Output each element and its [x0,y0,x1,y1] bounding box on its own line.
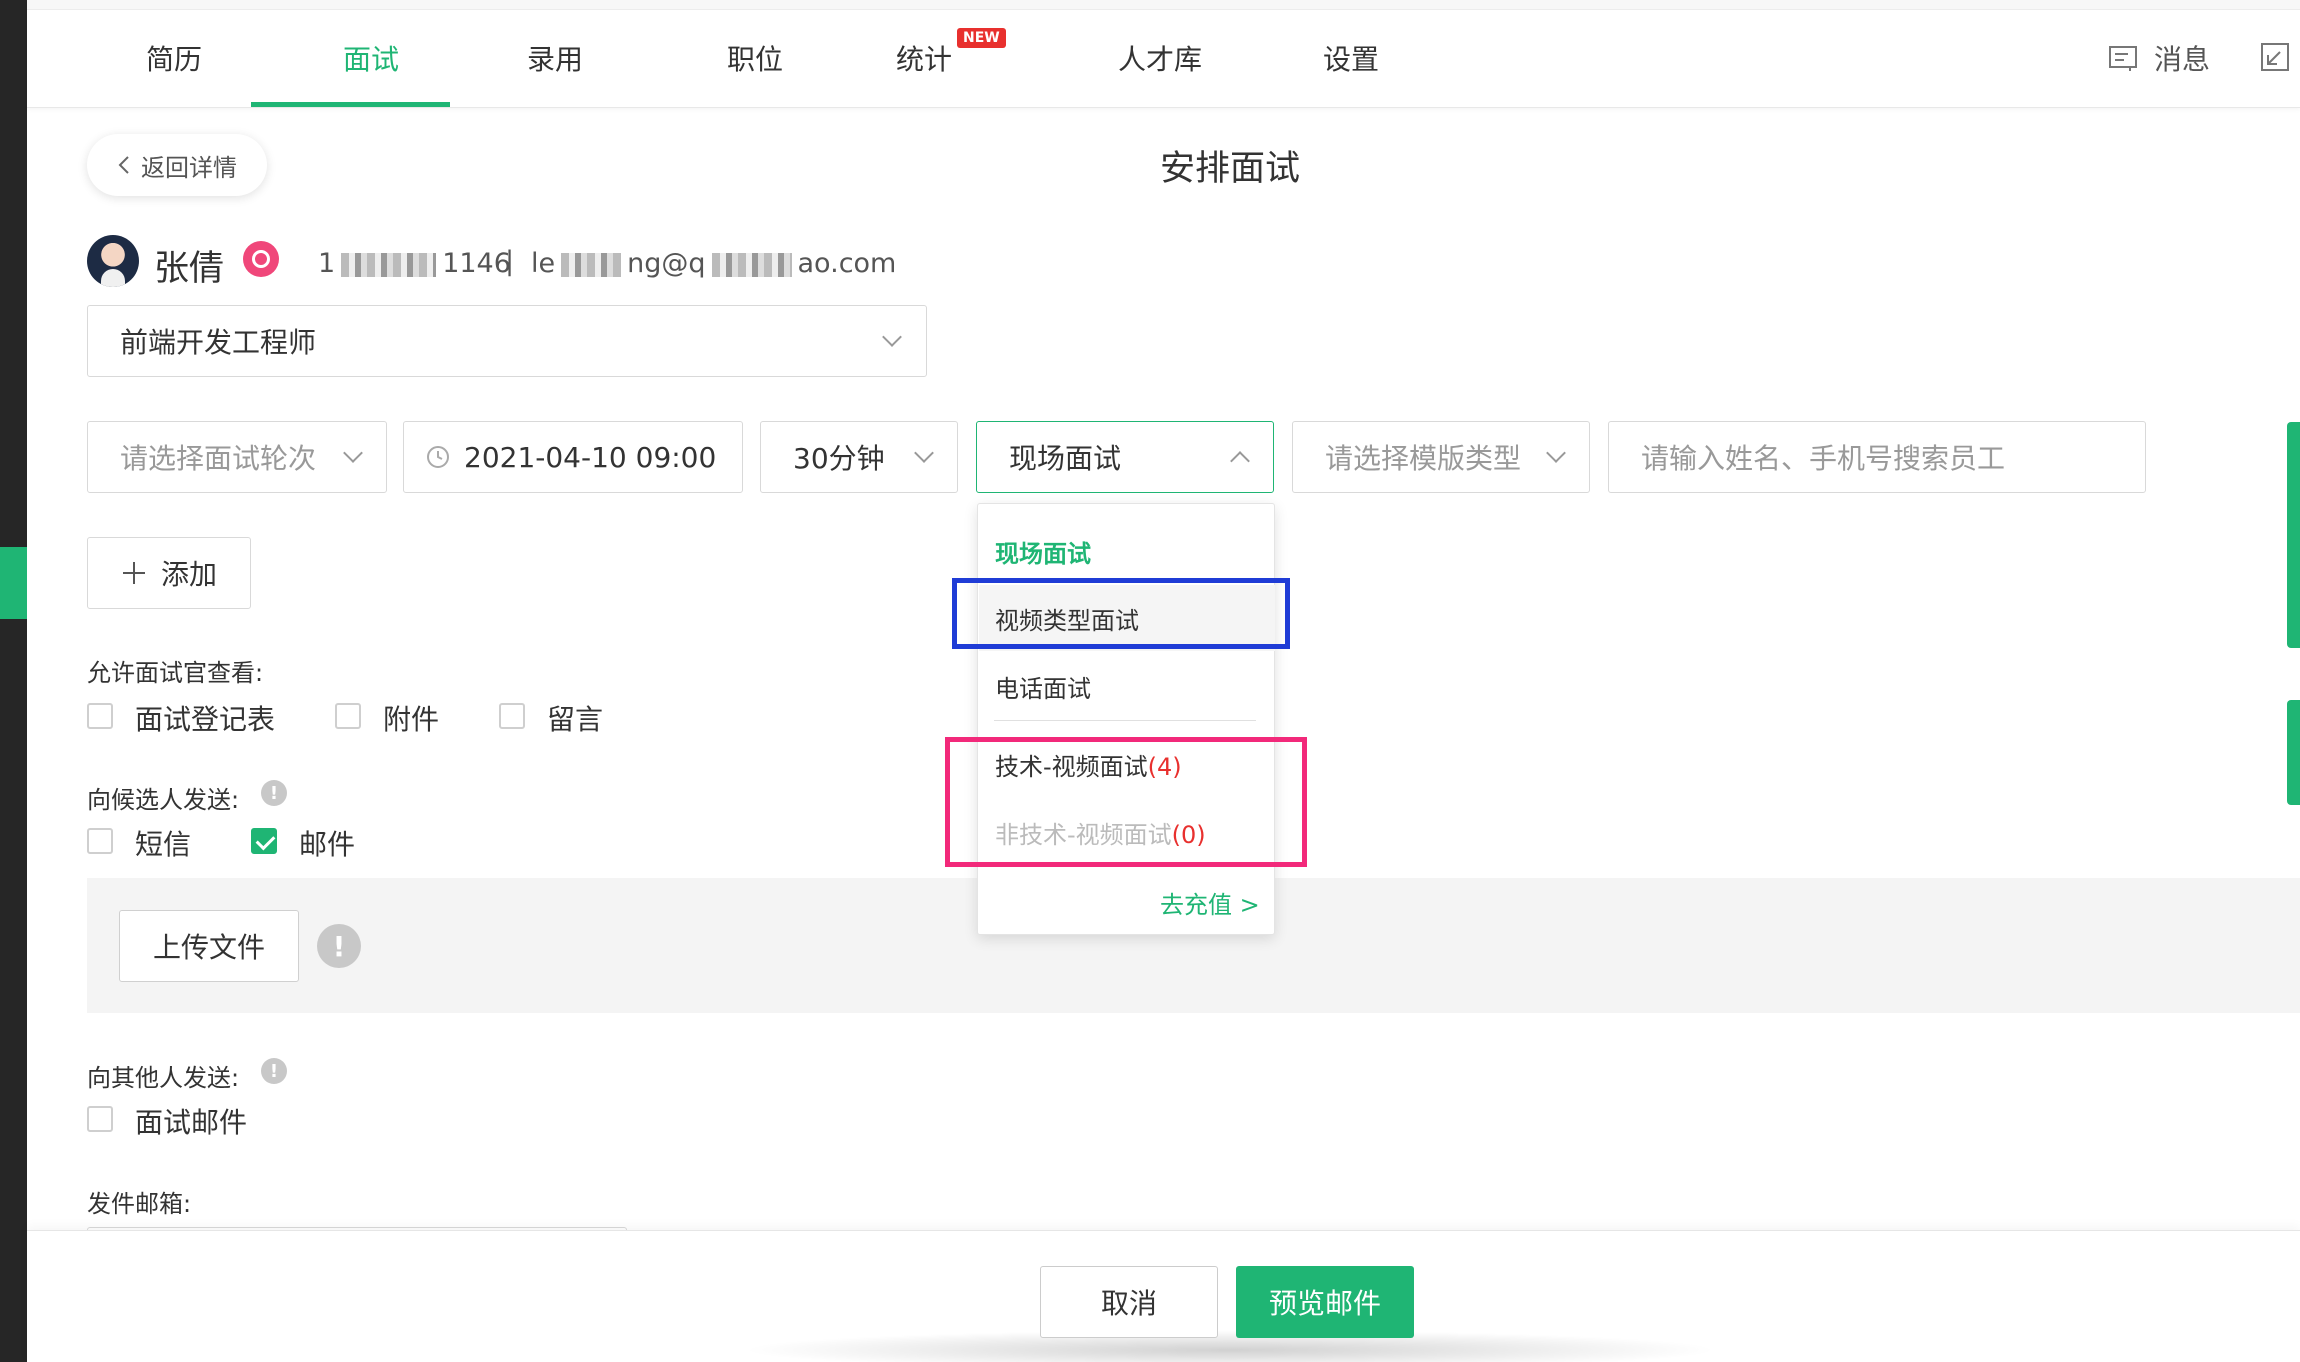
checkbox-label: 留言 [547,703,604,736]
checkbox-label: 邮件 [299,828,356,861]
checkbox-label: 面试登记表 [135,703,276,736]
sidebar-active-marker [0,547,27,619]
back-label: 返回详情 [141,153,237,182]
top-border [27,0,2300,10]
checkbox-interview-email[interactable] [87,1106,113,1132]
duration-value: 30分钟 [793,442,885,475]
right-side-tab-1[interactable] [2287,422,2300,648]
annotation-box-pink [945,737,1307,867]
contact-separator: | [505,246,515,277]
datetime-value: 2021-04-10 09:00 [464,440,717,474]
interview-round-placeholder: 请选择面试轮次 [120,442,317,475]
left-sidebar-strip [0,0,27,1362]
top-nav-bar: 简历 面试 录用 职位 统计 NEW 人才库 设置 消息 [27,0,2300,108]
new-badge: NEW [957,28,1006,48]
email-redacted-2 [711,252,792,277]
info-icon[interactable]: ! [261,780,287,806]
duration-select[interactable]: 30分钟 [760,421,958,493]
checkbox-attachment[interactable] [335,703,361,729]
page-title: 安排面试 [1159,149,1300,189]
upload-file-button[interactable]: 上传文件 [119,910,299,982]
dropdown-divider [994,720,1256,721]
staff-search-input[interactable]: 请输入姓名、手机号搜索员工 [1608,421,2146,493]
dropdown-option-phone[interactable]: 电话面试 [995,669,1091,704]
messages-button[interactable]: 消息 [2108,38,2210,78]
chevron-down-icon [343,443,363,463]
interview-round-select[interactable]: 请选择面试轮次 [87,421,387,493]
annotation-box-blue [952,578,1290,649]
chevron-up-icon [1230,451,1250,471]
chevron-down-icon [1546,443,1566,463]
checkbox-message[interactable] [499,703,525,729]
email-suffix: ao.com [797,248,897,279]
nav-tab-talent-pool[interactable]: 人才库 [1100,38,1220,78]
candidate-name: 张倩 [154,249,225,289]
checkbox-email[interactable] [251,828,277,854]
candidate-phone: 1 1146 [318,248,511,279]
staff-search-placeholder: 请输入姓名、手机号搜索员工 [1641,442,2006,475]
preview-email-button[interactable]: 预览邮件 [1236,1266,1414,1338]
email-redacted-1 [561,252,622,277]
chevron-down-icon [914,443,934,463]
viewer-section-label: 允许面试官查看: [87,659,264,687]
nav-tab-positions[interactable]: 职位 [705,38,805,78]
email-prefix: le [531,248,556,279]
recharge-link[interactable]: 去充值 > [1160,885,1260,920]
add-interviewer-button[interactable]: 添加 [87,537,251,609]
cancel-button[interactable]: 取消 [1040,1266,1218,1338]
checkbox-registration-form[interactable] [87,703,113,729]
messages-label: 消息 [2154,43,2211,76]
chevron-left-icon [118,156,129,174]
checkbox-label: 短信 [135,828,192,861]
add-label: 添加 [160,558,217,591]
right-side-tab-2[interactable] [2287,700,2300,805]
checkbox-label: 附件 [383,703,440,736]
datetime-picker[interactable]: 2021-04-10 09:00 [403,421,743,493]
template-type-select[interactable]: 请选择模版类型 [1292,421,1590,493]
mailbox-label: 发件邮箱: [87,1190,192,1218]
send-candidate-label: 向候选人发送: [87,786,240,814]
phone-prefix: 1 [318,248,336,279]
nav-tab-hire[interactable]: 录用 [505,38,605,78]
interview-type-select[interactable]: 现场面试 [976,421,1274,493]
back-to-details-button[interactable]: 返回详情 [87,134,267,196]
phone-suffix: 1146 [442,248,511,279]
position-select-value: 前端开发工程师 [120,326,317,359]
message-icon [2109,46,2137,71]
bottom-shadow [740,1330,1720,1362]
checkbox-label: 面试邮件 [135,1106,248,1139]
info-icon[interactable]: ! [261,1058,287,1084]
interview-type-value: 现场面试 [1009,442,1122,475]
candidate-source-icon [243,241,279,277]
email-mid: ng@q [627,248,706,279]
clock-icon [427,446,449,468]
info-icon[interactable]: ! [317,924,361,968]
plus-icon [122,562,145,584]
phone-redacted [341,252,437,277]
template-type-placeholder: 请选择模版类型 [1325,442,1522,475]
exit-icon[interactable] [2260,42,2290,72]
app-window: 简历 面试 录用 职位 统计 NEW 人才库 设置 消息 返回详情 安排面试 张… [0,0,2300,1362]
dropdown-option-onsite[interactable]: 现场面试 [995,534,1091,569]
send-others-label: 向其他人发送: [87,1064,240,1092]
position-select[interactable]: 前端开发工程师 [87,305,927,377]
candidate-email: le ng@q ao.com [531,248,896,279]
candidate-avatar [87,235,139,287]
interview-type-dropdown: 现场面试 视频类型面试 电话面试 技术-视频面试(4) 非技术-视频面试(0) [977,503,1275,935]
nav-tab-settings[interactable]: 设置 [1301,38,1401,78]
chevron-down-icon [882,327,902,347]
nav-active-underline [251,102,450,107]
checkbox-sms[interactable] [87,828,113,854]
